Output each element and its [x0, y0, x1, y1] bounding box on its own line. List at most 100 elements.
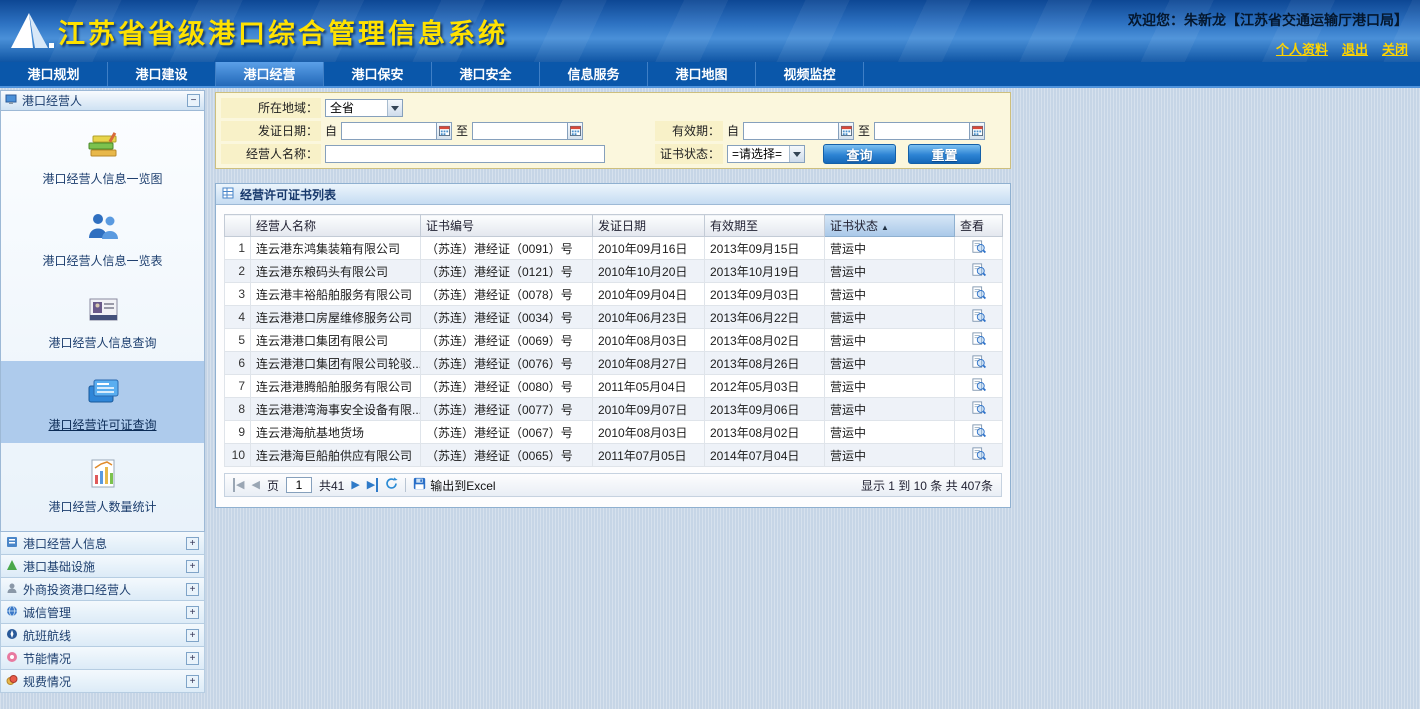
sidebar-item-operator-quantity-stats[interactable]: 港口经营人数量统计 — [1, 443, 204, 525]
table-row[interactable]: 9 连云港海航基地货场 （苏连）港经证（0067）号 2010年08月03日 2… — [225, 421, 1003, 444]
reset-button[interactable]: 重置 — [908, 144, 981, 164]
sidebar-item-operator-overview-table[interactable]: 港口经营人信息一览表 — [1, 197, 204, 279]
calendar-icon[interactable] — [437, 122, 452, 140]
view-details-icon[interactable] — [972, 378, 986, 395]
region-selected-value: 全省 — [330, 99, 387, 116]
expand-button[interactable]: + — [186, 583, 199, 596]
validity-to-input[interactable] — [874, 122, 970, 140]
sidebar-group-operator-info[interactable]: 港口经营人信息 + — [0, 532, 205, 555]
sidebar-item-operator-info-query[interactable]: 港口经营人信息查询 — [1, 279, 204, 361]
divider — [405, 478, 406, 492]
expand-button[interactable]: + — [186, 629, 199, 642]
table-row[interactable]: 2 连云港东粮码头有限公司 （苏连）港经证（0121）号 2010年10月20日… — [225, 260, 1003, 283]
tab-info-service[interactable]: 信息服务 — [540, 62, 648, 86]
cell-issue-date: 2011年07月05日 — [593, 444, 705, 467]
last-page-icon[interactable]: ▶ — [367, 478, 378, 492]
issue-date-from-input[interactable] — [341, 122, 437, 140]
region-select[interactable]: 全省 — [325, 99, 403, 117]
prev-page-icon[interactable]: ◀ — [251, 478, 259, 492]
tab-port-security[interactable]: 港口保安 — [324, 62, 432, 86]
tab-port-map[interactable]: 港口地图 — [648, 62, 756, 86]
sidebar-item-license-query[interactable]: 港口经营许可证查询 — [1, 361, 204, 443]
cell-view — [955, 421, 1003, 444]
sidebar-group-flight-routes[interactable]: 航班航线 + — [0, 624, 205, 647]
expand-button[interactable]: + — [186, 652, 199, 665]
view-details-icon[interactable] — [972, 286, 986, 303]
cell-cert-no: （苏连）港经证（0091）号 — [421, 237, 593, 260]
col-cert-no[interactable]: 证书编号 — [421, 215, 593, 237]
table-row[interactable]: 10 连云港海巨船舶供应有限公司 （苏连）港经证（0065）号 2011年07月… — [225, 444, 1003, 467]
validity-to — [874, 122, 985, 140]
table-row[interactable]: 3 连云港丰裕船舶服务有限公司 （苏连）港经证（0078）号 2010年09月0… — [225, 283, 1003, 306]
table-row[interactable]: 7 连云港港腾船舶服务有限公司 （苏连）港经证（0080）号 2011年05月0… — [225, 375, 1003, 398]
people-icon — [1, 208, 204, 248]
cell-valid-until: 2012年05月03日 — [705, 375, 825, 398]
expand-button[interactable]: + — [186, 606, 199, 619]
table-row[interactable]: 1 连云港东鸿集装箱有限公司 （苏连）港经证（0091）号 2010年09月16… — [225, 237, 1003, 260]
expand-button[interactable]: + — [186, 537, 199, 550]
col-operator-name[interactable]: 经营人名称 — [251, 215, 421, 237]
validity-from-input[interactable] — [743, 122, 839, 140]
collapse-button[interactable]: − — [187, 94, 200, 107]
page-number-input[interactable] — [286, 477, 312, 493]
sidebar-group-integrity-management[interactable]: 诚信管理 + — [0, 601, 205, 624]
tab-port-construction[interactable]: 港口建设 — [108, 62, 216, 86]
results-panel-title: 经营许可证书列表 — [240, 186, 336, 203]
expand-button[interactable]: + — [186, 675, 199, 688]
search-form: 所在地域： 全省 发证日期： 自 至 — [215, 92, 1011, 169]
sidebar-group-foreign-investment[interactable]: 外商投资港口经营人 + — [0, 578, 205, 601]
first-page-icon[interactable]: ◀ — [233, 478, 244, 492]
next-page-icon[interactable]: ▶ — [351, 478, 359, 492]
tab-port-operation[interactable]: 港口经营 — [216, 62, 324, 86]
cell-issue-date: 2011年05月04日 — [593, 375, 705, 398]
view-details-icon[interactable] — [972, 240, 986, 257]
form-row-dates: 发证日期： 自 至 有效期： 自 — [221, 119, 1005, 142]
view-details-icon[interactable] — [972, 309, 986, 326]
col-valid-until[interactable]: 有效期至 — [705, 215, 825, 237]
calendar-icon[interactable] — [568, 122, 583, 140]
sidebar-group-fees[interactable]: 规费情况 + — [0, 670, 205, 693]
table-row[interactable]: 8 连云港港湾海事安全设备有限... （苏连）港经证（0077）号 2010年0… — [225, 398, 1003, 421]
operator-name-input[interactable] — [325, 145, 605, 163]
issue-date-to-input[interactable] — [472, 122, 568, 140]
tab-port-planning[interactable]: 港口规划 — [0, 62, 108, 86]
sidebar-group-label: 港口经营人信息 — [23, 535, 107, 552]
logout-link[interactable]: 退出 — [1342, 39, 1368, 58]
export-excel-button[interactable]: 输出到Excel — [413, 477, 495, 494]
sidebar: 港口经营人 − 港口经营人信息一览图 港口经营人信息一览表 港口经营人信息 — [0, 90, 205, 709]
sidebar-item-label: 港口经营人信息一览图 — [1, 170, 204, 187]
view-details-icon[interactable] — [972, 424, 986, 441]
view-details-icon[interactable] — [972, 401, 986, 418]
refresh-icon[interactable] — [385, 477, 398, 494]
from-label: 自 — [727, 122, 739, 139]
row-number: 7 — [225, 375, 251, 398]
col-issue-date[interactable]: 发证日期 — [593, 215, 705, 237]
tab-video-monitor[interactable]: 视频监控 — [756, 62, 864, 86]
close-link[interactable]: 关闭 — [1382, 39, 1408, 58]
cert-status-select[interactable]: =请选择= — [727, 145, 805, 163]
cell-valid-until: 2013年08月02日 — [705, 421, 825, 444]
view-details-icon[interactable] — [972, 332, 986, 349]
table-row[interactable]: 6 连云港港口集团有限公司轮驳... （苏连）港经证（0076）号 2010年0… — [225, 352, 1003, 375]
calendar-icon[interactable] — [970, 122, 985, 140]
cell-view — [955, 398, 1003, 421]
sidebar-item-operator-overview-chart[interactable]: 港口经营人信息一览图 — [1, 115, 204, 197]
expand-button[interactable]: + — [186, 560, 199, 573]
search-button[interactable]: 查询 — [823, 144, 896, 164]
view-details-icon[interactable] — [972, 447, 986, 464]
calendar-icon[interactable] — [839, 122, 854, 140]
col-cert-status-sorted[interactable]: 证书状态▲ — [825, 215, 955, 237]
floppy-disk-icon — [413, 477, 426, 493]
table-row[interactable]: 4 连云港港口房屋维修服务公司 （苏连）港经证（0034）号 2010年06月2… — [225, 306, 1003, 329]
tab-port-safety[interactable]: 港口安全 — [432, 62, 540, 86]
profile-link[interactable]: 个人资料 — [1276, 39, 1328, 58]
sidebar-panel-header[interactable]: 港口经营人 − — [0, 90, 205, 111]
list-grid-icon — [222, 187, 234, 202]
cell-valid-until: 2013年10月19日 — [705, 260, 825, 283]
view-details-icon[interactable] — [972, 355, 986, 372]
sidebar-group-infrastructure[interactable]: 港口基础设施 + — [0, 555, 205, 578]
sidebar-group-energy-saving[interactable]: 节能情况 + — [0, 647, 205, 670]
table-row[interactable]: 5 连云港港口集团有限公司 （苏连）港经证（0069）号 2010年08月03日… — [225, 329, 1003, 352]
view-details-icon[interactable] — [972, 263, 986, 280]
form-row-region: 所在地域： 全省 — [221, 96, 1005, 119]
